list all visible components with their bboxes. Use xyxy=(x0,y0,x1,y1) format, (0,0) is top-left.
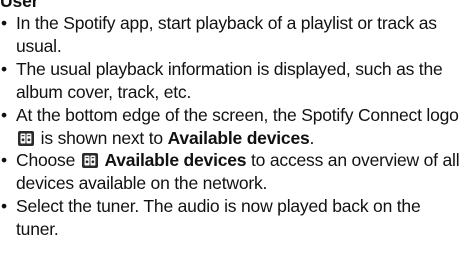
bullet-icon: • xyxy=(1,150,7,171)
available-devices-label: Available devices xyxy=(167,127,310,148)
step-text-after: . xyxy=(309,127,315,148)
bullet-icon: • xyxy=(1,196,7,217)
bullet-icon: • xyxy=(1,58,7,79)
step-text: Select the tuner. The audio is now playe… xyxy=(16,196,421,240)
spotify-connect-logo-icon xyxy=(18,130,34,146)
spotify-connect-logo-icon xyxy=(81,153,98,169)
list-item: • Select the tuner. The audio is now pla… xyxy=(0,195,466,241)
bullet-icon: • xyxy=(1,104,7,125)
list-item: • At the bottom edge of the screen, the … xyxy=(0,104,466,150)
list-item: • In the Spotify app, start playback of … xyxy=(0,12,466,58)
step-text-before: At the bottom edge of the screen, the Sp… xyxy=(16,104,459,125)
instruction-list: • In the Spotify app, start playback of … xyxy=(0,12,466,241)
list-item: • Choose Available devices to access an … xyxy=(0,149,466,195)
list-item: • The usual playback information is disp… xyxy=(0,58,466,104)
step-text-middle: is shown next to xyxy=(40,127,163,148)
step-text: The usual playback information is displa… xyxy=(16,58,443,102)
step-text-before: Choose xyxy=(16,150,76,171)
step-text: In the Spotify app, start playback of a … xyxy=(16,13,437,56)
instruction-page: User • In the Spotify app, start playbac… xyxy=(0,0,468,255)
section-heading-fragment: User xyxy=(0,0,39,11)
bullet-icon: • xyxy=(1,13,7,33)
available-devices-label: Available devices xyxy=(104,150,247,171)
